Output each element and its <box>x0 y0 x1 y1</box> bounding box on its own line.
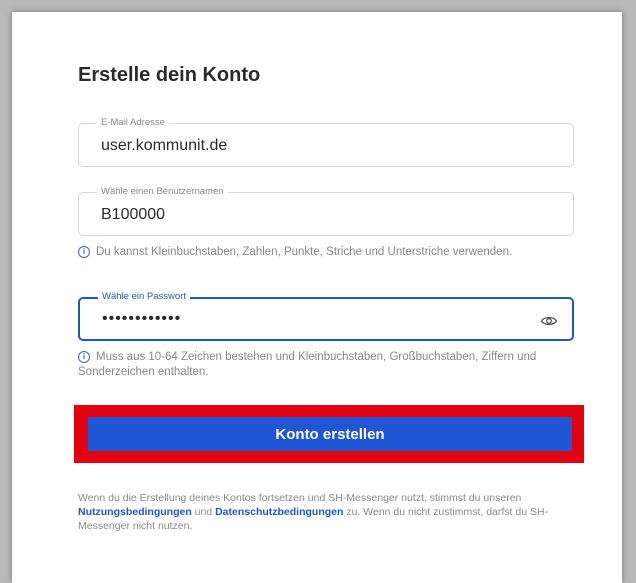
create-account-button[interactable]: Konto erstellen <box>88 417 572 451</box>
email-value[interactable]: user.kommunit.de <box>101 136 227 156</box>
legal-text-1: Wenn du die Erstellung deines Kontos for… <box>78 492 522 504</box>
legal-notice: Wenn du die Erstellung deines Kontos for… <box>78 491 580 533</box>
terms-link[interactable]: Nutzungsbedingungen <box>78 506 192 518</box>
password-hint: i Muss aus 10-64 Zeichen bestehen und Kle… <box>78 350 578 380</box>
username-hint: i Du kannst Kleinbuchstaben, Zahlen, Punk… <box>78 245 578 260</box>
eye-icon[interactable] <box>540 312 558 330</box>
password-label: Wähle ein Passwort <box>98 291 190 303</box>
privacy-link[interactable]: Datenschutzbedingungen <box>215 506 343 518</box>
username-field[interactable]: Wähle einen Benutzernamen B100000 <box>78 186 574 236</box>
password-value[interactable]: •••••••••••• <box>102 309 181 329</box>
legal-text-2: und <box>191 506 216 518</box>
submit-button-highlight: Konto erstellen <box>74 405 584 463</box>
email-field[interactable]: E-Mail Adresse user.kommunit.de <box>78 117 574 167</box>
username-hint-text: Du kannst Kleinbuchstaben, Zahlen, Punkt… <box>96 246 513 258</box>
password-hint-text: Muss aus 10-64 Zeichen bestehen und Klei… <box>78 351 537 378</box>
info-icon: i <box>78 351 90 363</box>
info-icon: i <box>78 246 90 258</box>
email-label: E-Mail Adresse <box>97 117 169 129</box>
signup-card: Erstelle dein Konto E-Mail Adresse user.… <box>12 12 622 583</box>
password-field[interactable]: Wähle ein Passwort •••••••••••• <box>78 291 574 341</box>
page-title: Erstelle dein Konto <box>78 64 261 86</box>
username-value[interactable]: B100000 <box>101 205 165 225</box>
username-label: Wähle einen Benutzernamen <box>97 186 228 198</box>
